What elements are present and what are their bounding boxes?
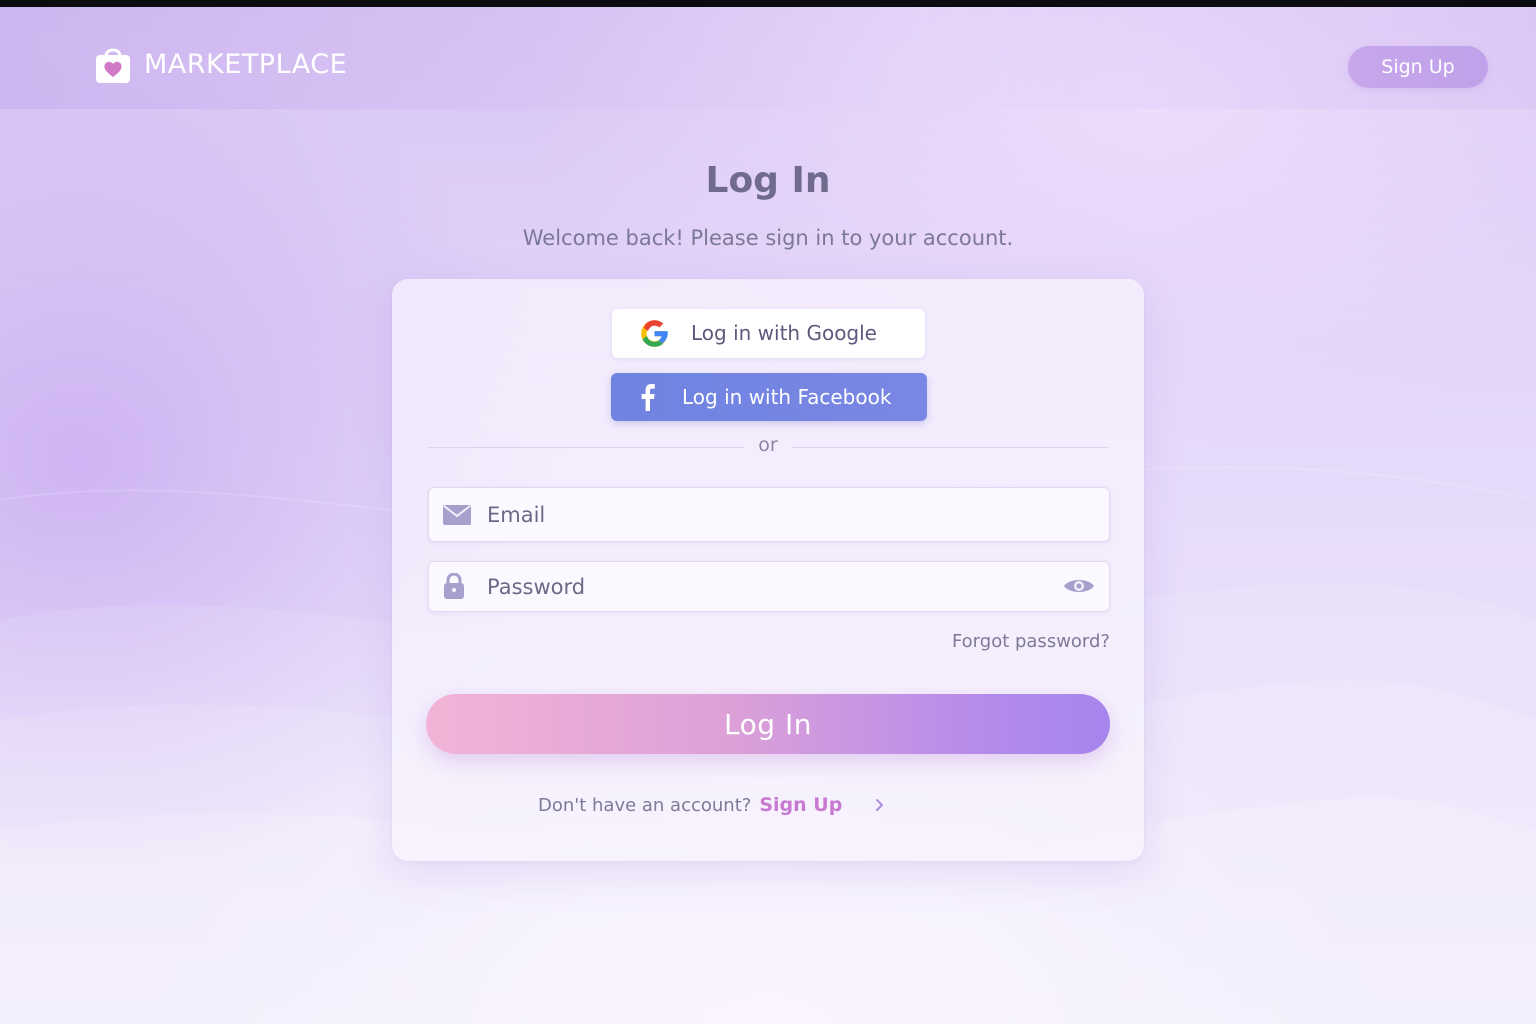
brand[interactable]: MARKETPLACE: [94, 44, 347, 84]
email-field-container: [428, 487, 1110, 542]
email-input[interactable]: [487, 488, 1047, 541]
divider-line-left: [428, 447, 744, 448]
password-field-container: [428, 561, 1110, 612]
facebook-login-label: Log in with Facebook: [682, 385, 892, 409]
facebook-f-icon: [641, 384, 655, 411]
login-submit-button[interactable]: Log In: [426, 694, 1110, 754]
google-login-button[interactable]: Log in with Google: [612, 309, 925, 358]
divider-line-right: [792, 447, 1109, 448]
forgot-password-link[interactable]: Forgot password?: [900, 631, 1110, 652]
signup-link[interactable]: Sign Up: [759, 794, 842, 816]
signup-question: Don't have an account?: [538, 794, 752, 816]
chevron-right-icon[interactable]: [874, 797, 886, 813]
page-subtitle: Welcome back! Please sign in to your acc…: [522, 226, 1014, 250]
divider-or: or: [758, 434, 778, 456]
eye-icon[interactable]: [1063, 576, 1095, 596]
google-login-label: Log in with Google: [691, 321, 877, 345]
shopping-bag-heart-icon: [96, 48, 130, 83]
lock-icon: [444, 573, 464, 599]
signup-prompt: Don't have an account? Sign Up: [538, 791, 842, 819]
password-input[interactable]: [487, 562, 1047, 611]
brand-name: MARKETPLACE: [144, 48, 348, 80]
facebook-login-button[interactable]: Log in with Facebook: [611, 373, 927, 421]
page-title: Log In: [705, 160, 831, 201]
header-sign-up-button[interactable]: Sign Up: [1348, 46, 1488, 88]
envelope-icon: [443, 505, 471, 525]
google-g-icon: [641, 320, 668, 347]
